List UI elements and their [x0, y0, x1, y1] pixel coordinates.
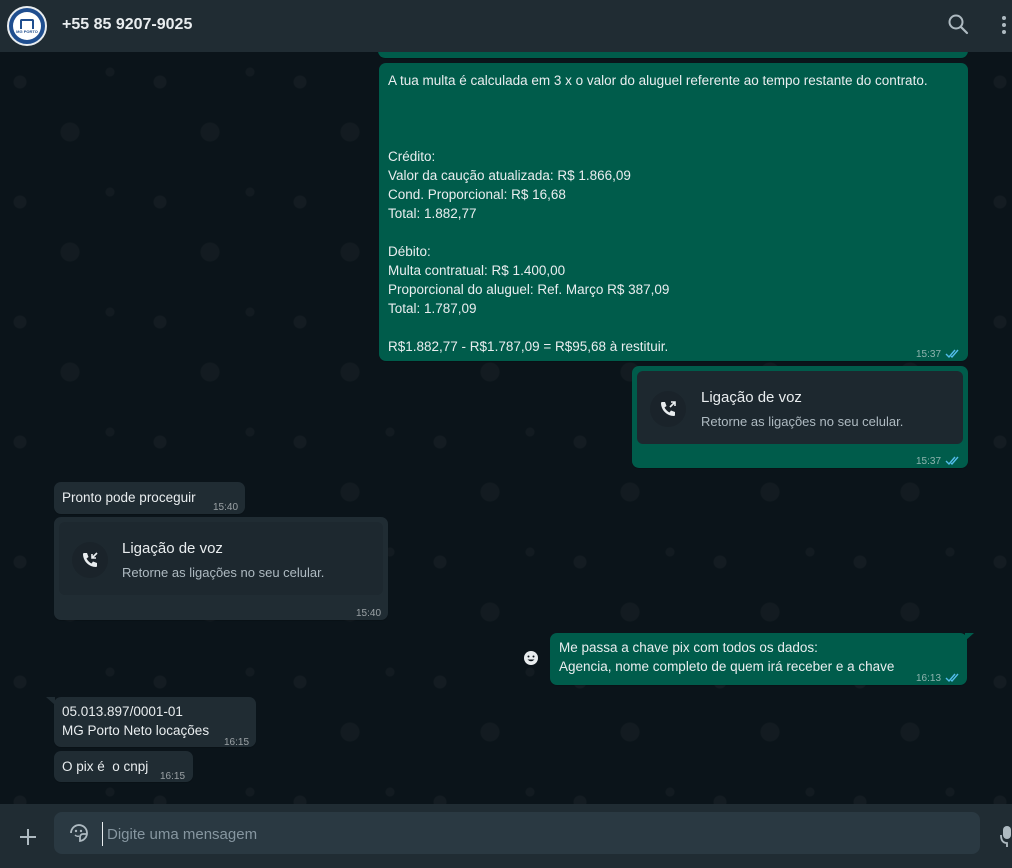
- contact-name[interactable]: +55 85 9207-9025: [62, 16, 192, 34]
- message-line: [388, 109, 963, 128]
- message-line: Débito:: [388, 244, 431, 259]
- message-list[interactable]: A tua multa é calculada em 3 x o valor d…: [0, 52, 1012, 804]
- bubble-tail: [46, 697, 55, 705]
- read-receipt-icon: [945, 452, 961, 471]
- contact-avatar[interactable]: MG PORTO: [7, 6, 47, 46]
- message-bubble[interactable]: A tua multa é calculada em 3 x o valor d…: [379, 63, 968, 361]
- avatar-logo: MG PORTO: [13, 12, 41, 40]
- message-input[interactable]: [102, 822, 969, 846]
- message-line: [388, 223, 963, 242]
- incoming-call-icon: [72, 542, 108, 578]
- call-subtitle: Retorne as ligações no seu celular.: [122, 565, 325, 580]
- message-text: O pix é o cnpj: [62, 759, 149, 774]
- message-line: [388, 128, 963, 147]
- message-bubble[interactable]: Me passa a chave pix com todos os dados:…: [550, 633, 967, 685]
- plus-icon[interactable]: [17, 826, 39, 853]
- message-text: Pronto pode proceguir: [62, 490, 196, 505]
- message-line: Agencia, nome completo de quem irá receb…: [559, 659, 895, 674]
- message-text: Me passa a chave pix com todos os dados:…: [559, 638, 894, 676]
- message-line: 05.013.897/0001-01: [62, 704, 183, 719]
- message-time: 15:37: [916, 456, 942, 467]
- call-bubble[interactable]: Ligação de voz Retorne as ligações no se…: [632, 366, 968, 468]
- message-time: 15:37: [916, 349, 942, 360]
- message-line: MG Porto Neto locações: [62, 723, 210, 738]
- outgoing-call-icon: [650, 391, 686, 427]
- message-line: [388, 318, 963, 337]
- microphone-icon[interactable]: [999, 824, 1012, 853]
- message-line: Crédito:: [388, 149, 436, 164]
- avatar-caption: MG PORTO: [16, 28, 38, 34]
- chat-header: MG PORTO +55 85 9207-9025: [0, 0, 1012, 52]
- call-card[interactable]: Ligação de voz Retorne as ligações no se…: [637, 371, 963, 444]
- message-time: 16:15: [160, 771, 186, 782]
- call-title: Ligação de voz: [701, 389, 802, 406]
- logo-mark: [20, 18, 34, 29]
- message-bubble-previous: [378, 52, 968, 58]
- message-line: R$1.882,77 - R$1.787,09 = R$95,68 à rest…: [388, 339, 669, 354]
- message-line: Me passa a chave pix com todos os dados:: [559, 640, 818, 655]
- message-time: 16:15: [224, 737, 250, 748]
- call-card[interactable]: Ligação de voz Retorne as ligações no se…: [59, 522, 383, 595]
- emoji-reaction-icon[interactable]: [523, 650, 539, 671]
- message-bubble[interactable]: Pronto pode proceguir 15:40: [54, 482, 245, 514]
- menu-icon[interactable]: [1000, 14, 1008, 41]
- message-time: 15:40: [356, 608, 382, 619]
- message-time: 16:13: [916, 673, 942, 684]
- message-bubble[interactable]: 05.013.897/0001-01 MG Porto Neto locaçõe…: [54, 697, 256, 748]
- message-line: Multa contratual: R$ 1.400,00: [388, 263, 566, 278]
- message-line: Valor da caução atualizada: R$ 1.866,09: [388, 168, 631, 183]
- message-line: Proporcional do aluguel: Ref. Março R$ 3…: [388, 282, 670, 297]
- message-time: 15:40: [213, 502, 239, 513]
- call-subtitle: Retorne as ligações no seu celular.: [701, 414, 904, 429]
- search-icon[interactable]: [947, 13, 969, 40]
- read-receipt-icon: [945, 345, 961, 364]
- bubble-tail: [965, 633, 974, 641]
- message-text: A tua multa é calculada em 3 x o valor d…: [388, 71, 963, 356]
- call-bubble[interactable]: Ligação de voz Retorne as ligações no se…: [54, 517, 388, 620]
- call-title: Ligação de voz: [122, 540, 223, 557]
- message-line: Total: 1.787,09: [388, 301, 477, 316]
- message-line: [388, 90, 963, 109]
- composer-bar: [0, 804, 1012, 868]
- read-receipt-icon: [945, 669, 961, 688]
- message-input-box[interactable]: [54, 812, 980, 854]
- message-bubble[interactable]: O pix é o cnpj 16:15: [54, 751, 193, 782]
- message-line: A tua multa é calculada em 3 x o valor d…: [388, 73, 928, 88]
- sticker-icon[interactable]: [68, 822, 90, 849]
- message-line: Total: 1.882,77: [388, 206, 477, 221]
- message-line: Cond. Proporcional: R$ 16,68: [388, 187, 566, 202]
- message-text: 05.013.897/0001-01 MG Porto Neto locaçõe…: [62, 702, 209, 740]
